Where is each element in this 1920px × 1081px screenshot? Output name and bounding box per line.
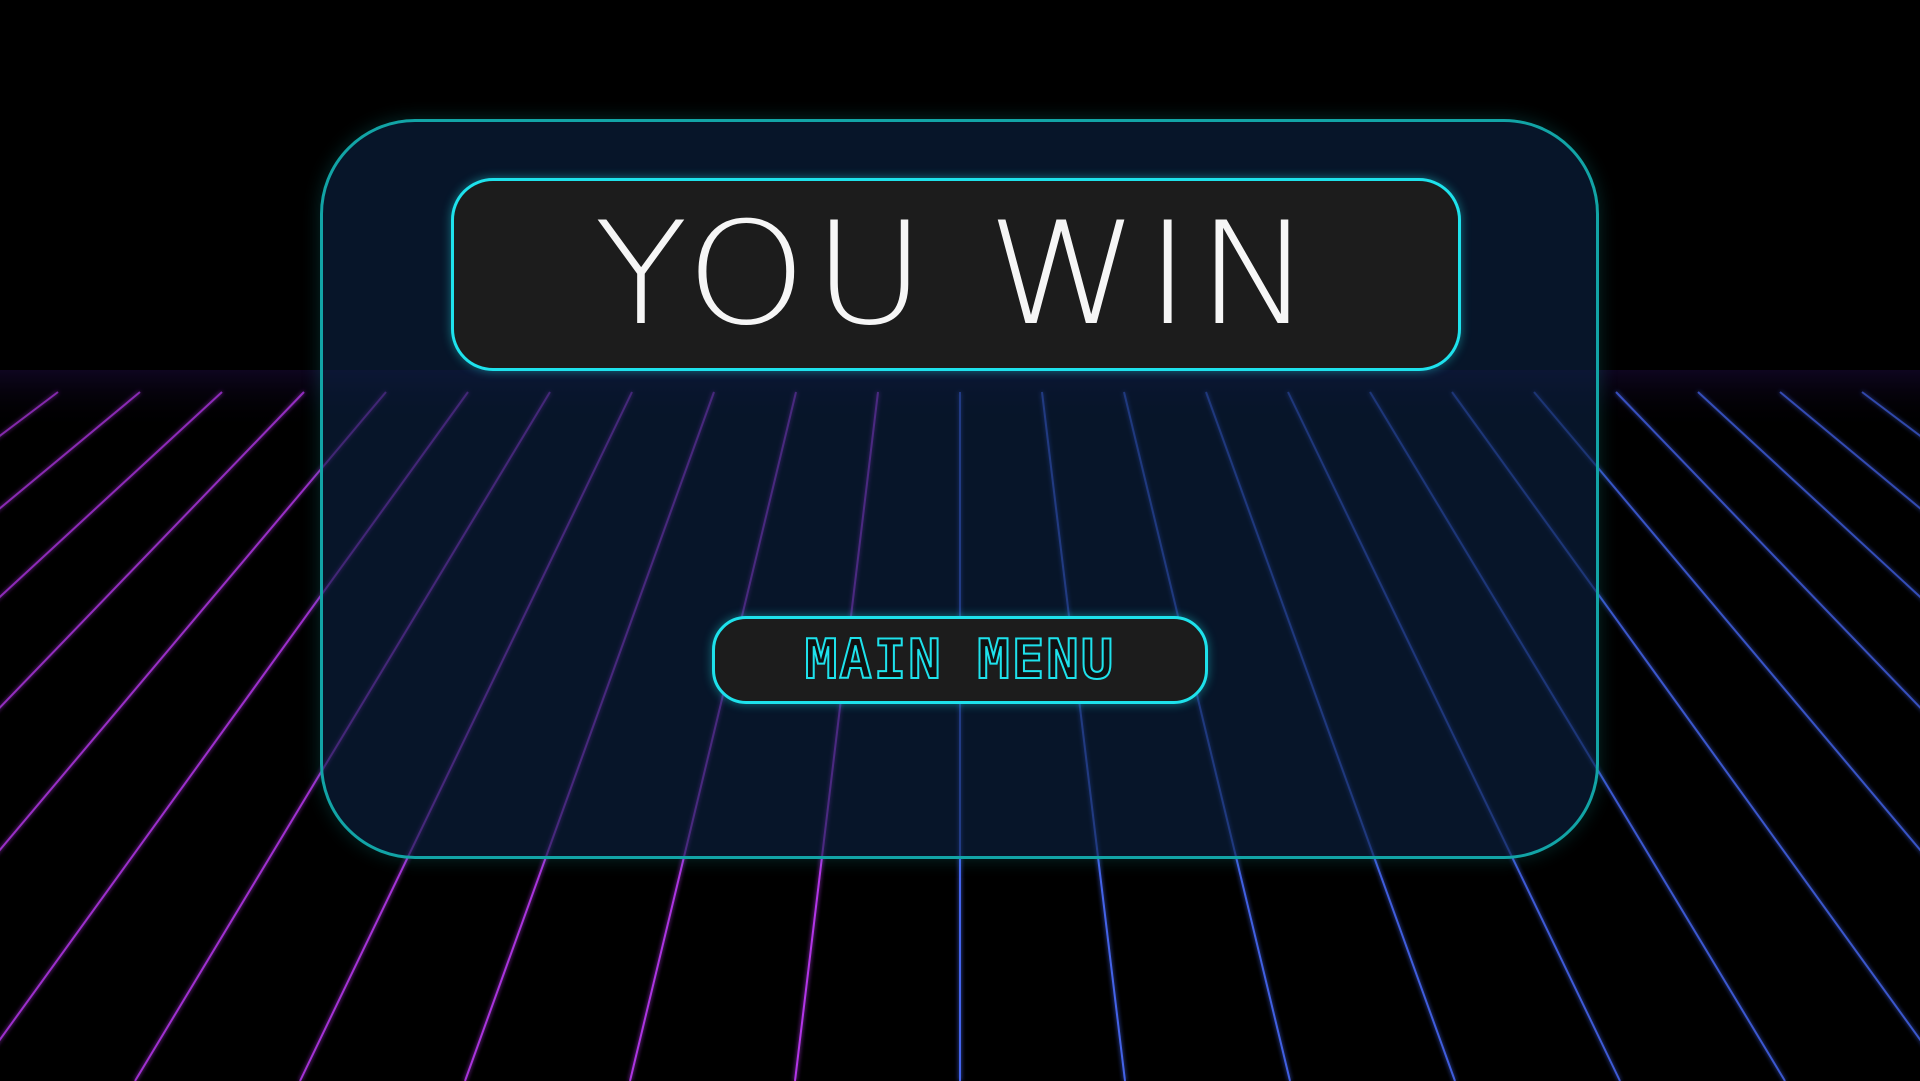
grid-vline bbox=[1779, 391, 1920, 510]
main-menu-label: MAIN MENU bbox=[804, 628, 1116, 691]
grid-vline bbox=[0, 391, 141, 510]
win-title: YOU WIN bbox=[594, 191, 1318, 357]
grid-vline bbox=[1697, 391, 1920, 599]
main-menu-button[interactable]: MAIN MENU bbox=[712, 616, 1208, 704]
title-banner: YOU WIN bbox=[451, 178, 1461, 371]
win-screen: YOU WIN MAIN MENU bbox=[0, 0, 1920, 1081]
grid-vline bbox=[0, 391, 223, 599]
grid-vline bbox=[0, 391, 59, 438]
grid-vline bbox=[1861, 391, 1920, 438]
